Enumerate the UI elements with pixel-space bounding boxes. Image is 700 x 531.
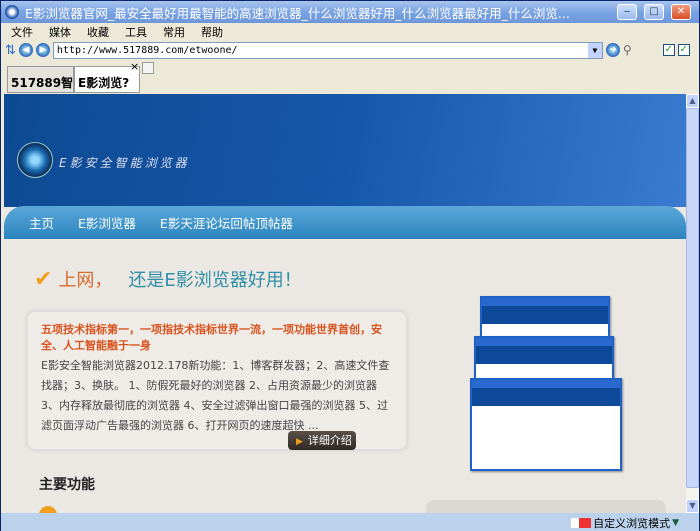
back-icon[interactable]: ◀: [18, 43, 33, 57]
details-label: 详细介绍: [307, 434, 352, 447]
logo-text: E影安全智能浏览器: [59, 156, 190, 170]
vertical-scrollbar[interactable]: ▲ ▼: [686, 94, 699, 513]
window-title: E影浏览器官网_最安全最好用最智能的高速浏览器_什么浏览器好用_什么浏览器最好用…: [25, 5, 570, 21]
features-title: 主要功能: [39, 477, 95, 493]
feature-icon: [39, 506, 57, 513]
tab-label: E影浏览?: [78, 76, 130, 90]
scroll-down-icon[interactable]: ▼: [686, 499, 699, 513]
details-button[interactable]: ▶ 详细介绍: [288, 431, 356, 450]
checkmark-icon: ✔: [34, 266, 53, 292]
page-heading: ✔ 上网， 还是E影浏览器好用！: [34, 266, 302, 292]
title-bar: E影浏览器官网_最安全最好用最智能的高速浏览器_什么浏览器好用_什么浏览器最好用…: [1, 1, 699, 23]
address-input[interactable]: http://www.517889.com/etwoone/ ▼: [52, 41, 603, 59]
checkbox-2[interactable]: ✓: [677, 44, 690, 56]
tab-517889[interactable]: 517889智: [7, 66, 74, 93]
mode-label: 自定义浏览模式: [593, 517, 671, 530]
browse-mode-selector[interactable]: 自定义浏览模式 ▼: [571, 515, 679, 531]
checkbox-1[interactable]: ✓: [662, 44, 675, 56]
intro-card: 五项技术指标第一，一项指技术指标世界一流，一项功能世界首创，安全、人工智能融于一…: [27, 311, 407, 450]
nav-e-browser[interactable]: E影浏览器: [78, 213, 136, 232]
menu-favorites[interactable]: 收藏: [87, 24, 109, 40]
menu-media[interactable]: 媒体: [49, 24, 71, 40]
url-text: http://www.517889.com/etwoone/: [56, 44, 238, 56]
go-icon[interactable]: ➜: [605, 43, 620, 57]
screenshot-image: [470, 296, 622, 471]
menu-help[interactable]: 帮助: [201, 24, 223, 40]
menu-bar: 文件 媒体 收藏 工具 常用 帮助: [1, 23, 699, 40]
mode-icon: [571, 518, 592, 528]
nav-home[interactable]: 主页: [29, 213, 54, 232]
web-page: E影安全智能浏览器 主页 E影浏览器 E影天涯论坛回帖顶帖器 ✔ 上网， 还是E…: [4, 94, 686, 513]
tab-label: 517889智: [11, 76, 74, 90]
site-header: E影安全智能浏览器: [4, 94, 686, 207]
menu-tools[interactable]: 工具: [125, 24, 147, 40]
nav-tianya-tool[interactable]: E影天涯论坛回帖顶帖器: [160, 213, 293, 232]
menu-file[interactable]: 文件: [11, 24, 33, 40]
maximize-button[interactable]: □: [644, 4, 664, 20]
site-nav: 主页 E影浏览器 E影天涯论坛回帖顶帖器: [4, 206, 686, 239]
new-tab-button[interactable]: [142, 62, 154, 74]
intro-highlight: 五项技术指标第一，一项指技术指标世界一流，一项功能世界首创，安全、人工智能融于一…: [41, 323, 382, 352]
scroll-up-icon[interactable]: ▲: [686, 94, 699, 108]
caret-down-icon: ▼: [672, 518, 679, 528]
chevron-down-icon[interactable]: ▼: [587, 42, 602, 58]
forward-icon[interactable]: ▶: [35, 43, 50, 57]
minimize-button[interactable]: ‒: [617, 4, 637, 20]
tab-close-icon[interactable]: ×: [130, 60, 139, 73]
play-icon: ▶: [296, 437, 303, 447]
search-icon[interactable]: ⚲: [623, 43, 632, 57]
refresh-icon[interactable]: ⇅: [5, 43, 16, 58]
heading-part-a: 上网，: [58, 270, 113, 291]
close-button[interactable]: ✕: [671, 4, 691, 20]
address-toolbar: ⇅ ◀ ▶ http://www.517889.com/etwoone/▼ ➜ …: [1, 40, 699, 60]
scroll-thumb[interactable]: [686, 108, 699, 488]
browser-window: E影浏览器官网_最安全最好用最智能的高速浏览器_什么浏览器好用_什么浏览器最好用…: [0, 0, 700, 531]
heading-part-b: 还是E影浏览器好用！: [128, 270, 302, 291]
logo-icon: [17, 142, 53, 178]
app-icon: [5, 5, 19, 19]
intro-body: E影安全智能浏览器2012.178新功能：1、博客群发器；2、高速文件查找器；3…: [41, 359, 390, 432]
tab-bar: 517889智 E影浏览? ×: [1, 60, 699, 94]
side-box: [426, 500, 666, 513]
status-bar: 自定义浏览模式 ▼: [1, 513, 699, 531]
menu-common[interactable]: 常用: [163, 24, 185, 40]
